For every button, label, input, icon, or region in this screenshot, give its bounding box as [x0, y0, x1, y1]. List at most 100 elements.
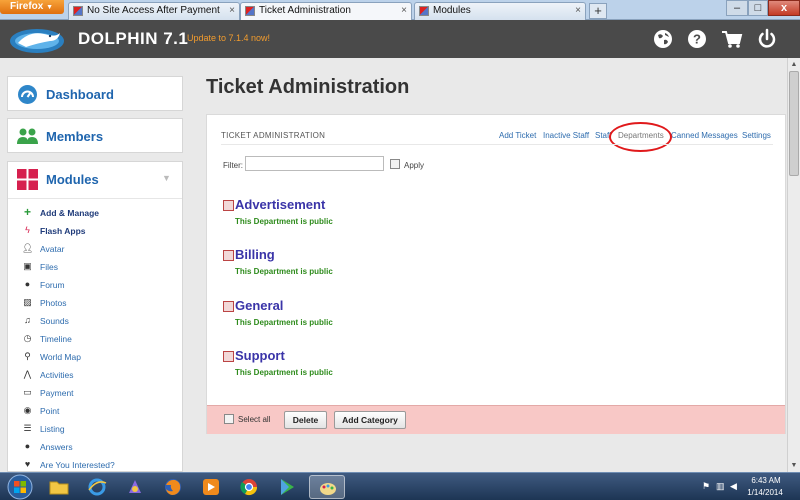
department-name-link[interactable]: Advertisement	[235, 197, 325, 212]
module-item-label: Are You Interested?	[40, 460, 115, 470]
module-item-flash-apps[interactable]: ϟ Flash Apps	[22, 224, 182, 240]
add-category-button[interactable]: Add Category	[334, 411, 406, 429]
sidebar-members[interactable]: Members	[7, 118, 183, 153]
taskbar-paint[interactable]	[309, 475, 345, 499]
update-link[interactable]: Update to 7.1.4 now!	[187, 33, 270, 43]
taskbar-chrome[interactable]	[231, 475, 267, 499]
windows-start-icon[interactable]	[3, 474, 37, 500]
taskbar-ie[interactable]	[79, 475, 115, 499]
window-minimize-button[interactable]: –	[726, 0, 748, 16]
dolphin-logo-icon[interactable]	[8, 23, 66, 55]
clock-time[interactable]: 6:43 AM	[746, 476, 786, 485]
department-name-link[interactable]: Billing	[235, 247, 275, 262]
department-checkbox[interactable]	[223, 200, 234, 211]
department-checkbox[interactable]	[223, 301, 234, 312]
module-item-listing[interactable]: ☰ Listing	[22, 422, 182, 438]
module-item-point[interactable]: ◉ Point	[22, 404, 182, 420]
module-item-sounds[interactable]: ♫ Sounds	[22, 314, 182, 330]
network-icon[interactable]: ▥	[716, 481, 725, 492]
department-checkbox[interactable]	[223, 250, 234, 261]
delete-button[interactable]: Delete	[284, 411, 327, 429]
favicon-icon	[419, 6, 429, 16]
new-tab-button[interactable]: +	[589, 3, 607, 19]
globe-icon[interactable]	[652, 28, 674, 50]
tab-close-icon[interactable]: ×	[575, 3, 581, 19]
taskbar-firefox[interactable]	[155, 475, 191, 499]
taskbar-media-player[interactable]	[193, 475, 229, 499]
cart-icon[interactable]	[721, 28, 743, 50]
help-icon[interactable]: ?	[686, 28, 708, 50]
window-close-button[interactable]: x	[768, 0, 800, 16]
scrollbar-thumb[interactable]	[789, 71, 799, 176]
chat-icon: ●	[24, 279, 31, 289]
module-item-world-map[interactable]: ⚲ World Map	[22, 350, 182, 366]
play-icon	[281, 479, 294, 495]
tab-close-icon[interactable]: ×	[401, 3, 407, 19]
window-maximize-button[interactable]: □	[748, 0, 768, 16]
system-tray: ⚑ ▥ ◀ 6:43 AM 1/14/2014	[690, 473, 800, 500]
sidebar-modules: Modules ▼ + Add & Manage ϟ Flash Apps 👤︎…	[7, 161, 183, 472]
page-scrollbar[interactable]: ▲ ▼	[787, 58, 800, 472]
clock-date[interactable]: 1/14/2014	[742, 488, 788, 497]
sidebar-dashboard[interactable]: Dashboard	[7, 76, 183, 111]
highlight-circle	[609, 122, 672, 152]
internet-explorer-icon	[88, 478, 107, 496]
browser-tab-ticket-administration[interactable]: Ticket Administration ×	[240, 2, 412, 21]
nav-canned-messages[interactable]: Canned Messages	[671, 131, 738, 140]
members-icon	[17, 128, 38, 144]
taskbar-app[interactable]	[117, 475, 153, 499]
chevron-down-icon[interactable]: ▼	[162, 173, 171, 183]
module-item-answers[interactable]: ● Answers	[22, 440, 182, 456]
pin-app-icon	[129, 480, 141, 493]
department-status: This Department is public	[235, 217, 333, 226]
sidebar-item-members[interactable]: Members	[8, 119, 182, 154]
sidebar-item-dashboard[interactable]: Dashboard	[8, 77, 182, 112]
sidebar-item-modules[interactable]: Modules ▼	[8, 162, 182, 199]
clock-icon: ◷	[23, 333, 32, 343]
nav-add-ticket[interactable]: Add Ticket	[499, 131, 536, 140]
sidebar-label-modules: Modules	[46, 172, 99, 187]
module-item-photos[interactable]: ▨ Photos	[22, 296, 182, 312]
module-item-label: Photos	[40, 298, 67, 308]
taskbar-explorer[interactable]	[41, 475, 77, 499]
module-item-add-manage[interactable]: + Add & Manage	[22, 206, 182, 222]
media-player-icon	[203, 479, 219, 495]
flash-icon: ϟ	[25, 225, 30, 235]
module-item-payment[interactable]: ▭ Payment	[22, 386, 182, 402]
module-item-activities[interactable]: ⋀ Activities	[22, 368, 182, 384]
apply-label: Apply	[404, 161, 425, 170]
dashboard-icon	[18, 85, 37, 104]
department-checkbox[interactable]	[223, 351, 234, 362]
module-item-avatar[interactable]: 👤︎ Avatar	[22, 242, 182, 258]
power-icon[interactable]	[756, 28, 778, 50]
tab-close-icon[interactable]: ×	[229, 3, 235, 19]
flag-icon[interactable]: ⚑	[702, 481, 710, 492]
browser-tab-no-site-access[interactable]: No Site Access After Payment ×	[68, 2, 240, 20]
scroll-up-icon[interactable]: ▲	[788, 58, 800, 71]
tab-title: No Site Access After Payment	[87, 5, 220, 16]
browser-tab-modules[interactable]: Modules ×	[414, 2, 586, 20]
department-name-link[interactable]: General	[235, 298, 283, 313]
nav-inactive-staff[interactable]: Inactive Staff	[543, 131, 589, 140]
module-item-label: Timeline	[40, 334, 72, 344]
module-item-forum[interactable]: ● Forum	[22, 278, 182, 294]
site-header: DOLPHIN 7.1 Update to 7.1.4 now! ?	[0, 20, 800, 58]
module-item-timeline[interactable]: ◷ Timeline	[22, 332, 182, 348]
select-all-checkbox[interactable]	[224, 414, 234, 424]
map-marker-icon: ⚲	[24, 351, 31, 361]
module-item-label: Payment	[40, 388, 74, 398]
divider	[221, 144, 773, 145]
modules-icon	[17, 169, 38, 190]
apply-checkbox[interactable]	[390, 159, 400, 169]
taskbar-play-store[interactable]	[269, 475, 305, 499]
nav-settings[interactable]: Settings	[742, 131, 771, 140]
picture-icon: ▨	[23, 297, 32, 307]
filter-input[interactable]	[245, 156, 384, 171]
brand-title: DOLPHIN 7.1	[78, 29, 189, 48]
firefox-menu-button[interactable]: Firefox ▼	[0, 0, 64, 14]
scroll-down-icon[interactable]: ▼	[788, 459, 800, 472]
department-name-link[interactable]: Support	[235, 348, 285, 363]
volume-icon[interactable]: ◀	[730, 481, 737, 492]
tab-title: Modules	[433, 5, 471, 16]
module-item-files[interactable]: ▣ Files	[22, 260, 182, 276]
